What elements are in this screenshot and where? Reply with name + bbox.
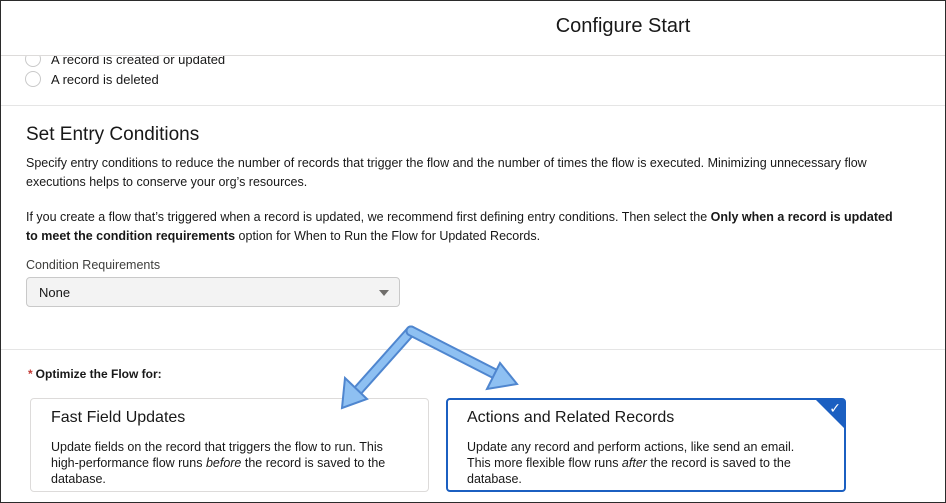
card-title: Actions and Related Records bbox=[467, 409, 675, 426]
entry-conditions-recommendation: If you create a flow that’s triggered wh… bbox=[26, 208, 906, 246]
annotation-arrow-left bbox=[340, 325, 417, 410]
required-marker: * bbox=[28, 367, 33, 381]
recommendation-text: If you create a flow that’s triggered wh… bbox=[26, 210, 711, 224]
entry-conditions-description: Specify entry conditions to reduce the n… bbox=[26, 156, 867, 189]
caret-down-icon bbox=[379, 290, 389, 296]
card-desc-emphasis: before bbox=[205, 456, 242, 470]
section-divider bbox=[1, 349, 945, 350]
radio-button[interactable] bbox=[25, 71, 41, 87]
select-value: None bbox=[39, 285, 71, 300]
configure-start-modal: Configure Start A record is created or u… bbox=[0, 0, 946, 503]
radio-label: A record is deleted bbox=[51, 71, 159, 87]
condition-requirements-label: Condition Requirements bbox=[26, 258, 161, 272]
card-fast-field-updates[interactable]: Fast Field Updates Update fields on the … bbox=[30, 398, 429, 492]
section-divider bbox=[1, 105, 945, 106]
card-actions-and-related-records[interactable]: Actions and Related Records Update any r… bbox=[446, 398, 846, 492]
radio-record-deleted[interactable]: A record is deleted bbox=[25, 69, 159, 89]
entry-conditions-title: Set Entry Conditions bbox=[26, 124, 200, 145]
card-title: Fast Field Updates bbox=[51, 409, 186, 426]
optimize-flow-label-text: Optimize the Flow for: bbox=[35, 367, 162, 381]
card-description: Update fields on the record that trigger… bbox=[51, 439, 401, 487]
card-description: Update any record and perform actions, l… bbox=[467, 439, 807, 487]
check-icon: ✓ bbox=[829, 400, 841, 416]
modal-title: Configure Start bbox=[555, 15, 691, 37]
recommendation-text-end: option for When to Run the Flow for Upda… bbox=[235, 229, 541, 243]
optimize-flow-label: * Optimize the Flow for: bbox=[28, 367, 162, 381]
condition-requirements-select[interactable]: None bbox=[26, 277, 400, 307]
modal-header: Configure Start bbox=[1, 1, 945, 56]
card-desc-emphasis: after bbox=[621, 456, 647, 470]
annotation-arrow-right bbox=[405, 325, 519, 391]
